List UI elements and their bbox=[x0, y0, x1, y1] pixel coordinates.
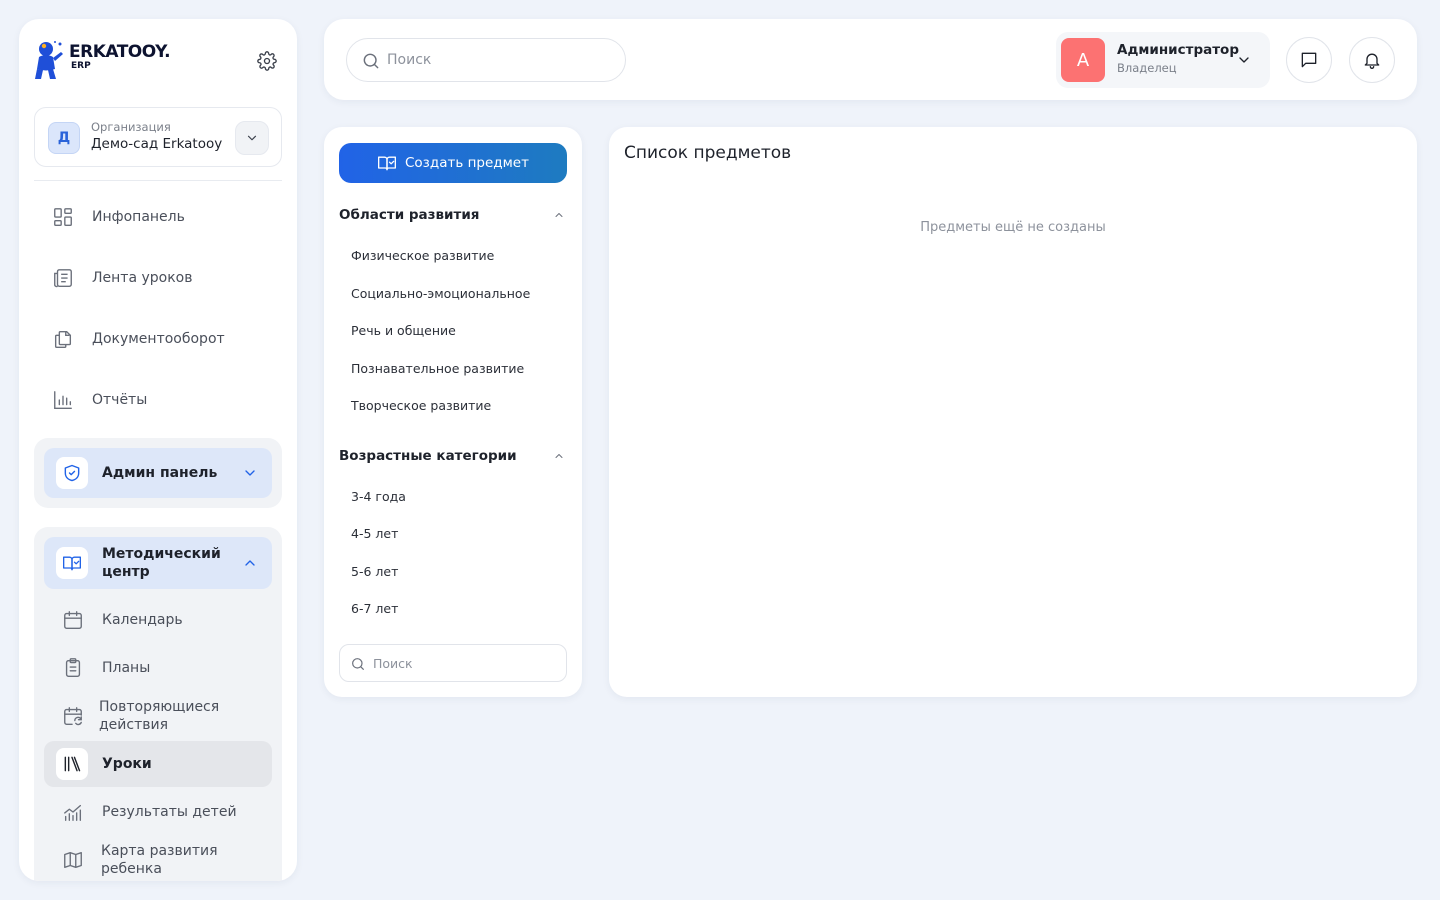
chevron-up-icon bbox=[245, 560, 255, 566]
organization-label: Организация bbox=[91, 120, 171, 134]
sidebar-item-label: Результаты детей bbox=[102, 804, 237, 820]
sidebar-item-label: Карта развития ребенка bbox=[101, 843, 218, 877]
book-check-icon bbox=[63, 556, 82, 571]
page-title: Список предметов bbox=[624, 143, 792, 163]
filter-age-item[interactable]: 5-6 лет bbox=[351, 564, 398, 579]
top-bar: А Администратор Владелец bbox=[324, 19, 1417, 100]
sidebar: ERKATOOY. ERP Д Организация Демо-сад Erk… bbox=[19, 19, 297, 881]
chevron-down-icon bbox=[1239, 57, 1249, 63]
sidebar-item-label: Документооборот bbox=[92, 331, 225, 347]
ages-section-toggle[interactable]: Возрастные категории bbox=[339, 447, 567, 467]
calendar-icon bbox=[64, 611, 82, 629]
filter-area-item[interactable]: Физическое развитие bbox=[351, 248, 494, 263]
global-search[interactable] bbox=[346, 38, 626, 82]
lessons-icon-box bbox=[56, 748, 88, 780]
sidebar-item-infopanel[interactable]: Инфопанель bbox=[34, 195, 282, 239]
filter-panel: Создать предмет Области развития Физичес… bbox=[324, 127, 582, 697]
areas-section-title: Области развития bbox=[339, 207, 480, 223]
search-icon bbox=[363, 53, 379, 69]
calendar-repeat-icon bbox=[64, 707, 82, 726]
filter-age-item[interactable]: 6-7 лет bbox=[351, 601, 398, 616]
filter-search-input[interactable] bbox=[373, 654, 553, 672]
filter-area-item[interactable]: Речь и общение bbox=[351, 323, 456, 338]
message-icon bbox=[1301, 52, 1317, 68]
chevron-up-icon bbox=[555, 454, 563, 458]
divider bbox=[34, 180, 282, 181]
newspaper-icon bbox=[54, 269, 72, 288]
sidebar-item-lesson-feed[interactable]: Лента уроков bbox=[34, 256, 282, 300]
sidebar-item-label: Лента уроков bbox=[92, 270, 193, 286]
methodic-icon-box bbox=[56, 547, 88, 579]
sidebar-item-reports[interactable]: Отчёты bbox=[34, 378, 282, 422]
organization-name: Демо-сад Erkatooy bbox=[91, 136, 223, 152]
organization-dropdown-button[interactable] bbox=[235, 121, 269, 155]
create-subject-button[interactable]: Создать предмет bbox=[339, 143, 567, 183]
chevron-down-icon bbox=[247, 135, 257, 141]
methodic-center-toggle[interactable]: Методический центр bbox=[44, 537, 272, 589]
sidebar-item-label: Отчёты bbox=[92, 392, 148, 408]
methodic-group: Методический центр Календарь Планы Повтор… bbox=[34, 527, 282, 881]
organization-avatar: Д bbox=[48, 122, 80, 154]
ages-section-title: Возрастные категории bbox=[339, 448, 517, 464]
line-chart-icon bbox=[64, 804, 82, 821]
sidebar-item-development-map[interactable]: Карта развития ребенка bbox=[44, 837, 272, 881]
book-check-icon bbox=[378, 156, 396, 171]
sidebar-item-label: Инфопанель bbox=[92, 209, 185, 225]
filter-area-item[interactable]: Познавательное развитие bbox=[351, 361, 524, 376]
logo-title: ERKATOOY. bbox=[69, 42, 171, 62]
sidebar-item-label: Повторяющиеся действия bbox=[99, 699, 220, 733]
methodic-center-label: Методический центр bbox=[102, 546, 221, 580]
avatar: А bbox=[1061, 38, 1105, 82]
admin-panel-label: Админ панель bbox=[102, 465, 218, 481]
sidebar-item-plans[interactable]: Планы bbox=[44, 645, 272, 691]
user-menu[interactable]: А Администратор Владелец bbox=[1056, 32, 1270, 88]
search-input[interactable] bbox=[387, 49, 607, 71]
filter-age-item[interactable]: 4-5 лет bbox=[351, 526, 398, 541]
filter-area-item[interactable]: Творческое развитие bbox=[351, 398, 491, 413]
empty-state-text: Предметы ещё не созданы bbox=[920, 220, 1106, 235]
logo-subtitle: ERP bbox=[71, 61, 91, 71]
library-icon bbox=[64, 756, 81, 772]
sidebar-item-label: Планы bbox=[102, 660, 151, 676]
logo[interactable]: ERKATOOY. ERP bbox=[33, 39, 171, 81]
sidebar-item-recurring-actions[interactable]: Повторяющиеся действия bbox=[44, 693, 272, 739]
admin-panel-toggle[interactable]: Админ панель bbox=[44, 448, 272, 498]
sidebar-item-label: Календарь bbox=[102, 612, 183, 628]
documents-icon bbox=[54, 330, 72, 348]
sidebar-item-documents[interactable]: Документооборот bbox=[34, 317, 282, 361]
user-name: Администратор bbox=[1117, 42, 1239, 58]
admin-icon-box bbox=[56, 457, 88, 489]
sidebar-item-child-results[interactable]: Результаты детей bbox=[44, 789, 272, 835]
filter-area-item[interactable]: Социально-эмоциональное bbox=[351, 286, 530, 301]
admin-group: Админ панель bbox=[34, 438, 282, 508]
bell-icon bbox=[1364, 53, 1380, 69]
chevron-down-icon bbox=[245, 470, 255, 476]
chevron-up-icon bbox=[555, 213, 563, 217]
sidebar-item-label: Уроки bbox=[102, 756, 152, 772]
gear-icon[interactable] bbox=[257, 51, 277, 71]
create-subject-label: Создать предмет bbox=[405, 155, 529, 171]
subject-list-panel: Список предметов Предметы ещё не созданы bbox=[609, 127, 1417, 697]
bar-chart-icon bbox=[54, 391, 72, 409]
grid-icon bbox=[54, 208, 72, 226]
filter-age-item[interactable]: 3-4 года bbox=[351, 489, 406, 504]
areas-section-toggle[interactable]: Области развития bbox=[339, 206, 567, 226]
search-icon bbox=[352, 658, 364, 670]
map-icon bbox=[64, 851, 82, 869]
sidebar-item-lessons[interactable]: Уроки bbox=[44, 741, 272, 787]
user-role: Владелец bbox=[1117, 61, 1177, 75]
logo-mascot-icon bbox=[35, 41, 63, 79]
filter-search[interactable] bbox=[339, 644, 567, 682]
shield-check-icon bbox=[64, 464, 80, 482]
clipboard-icon bbox=[65, 658, 81, 677]
notifications-button[interactable] bbox=[1349, 37, 1395, 83]
organization-selector[interactable]: Д Организация Демо-сад Erkatooy bbox=[34, 107, 282, 167]
sidebar-item-calendar[interactable]: Календарь bbox=[44, 597, 272, 643]
messages-button[interactable] bbox=[1286, 37, 1332, 83]
